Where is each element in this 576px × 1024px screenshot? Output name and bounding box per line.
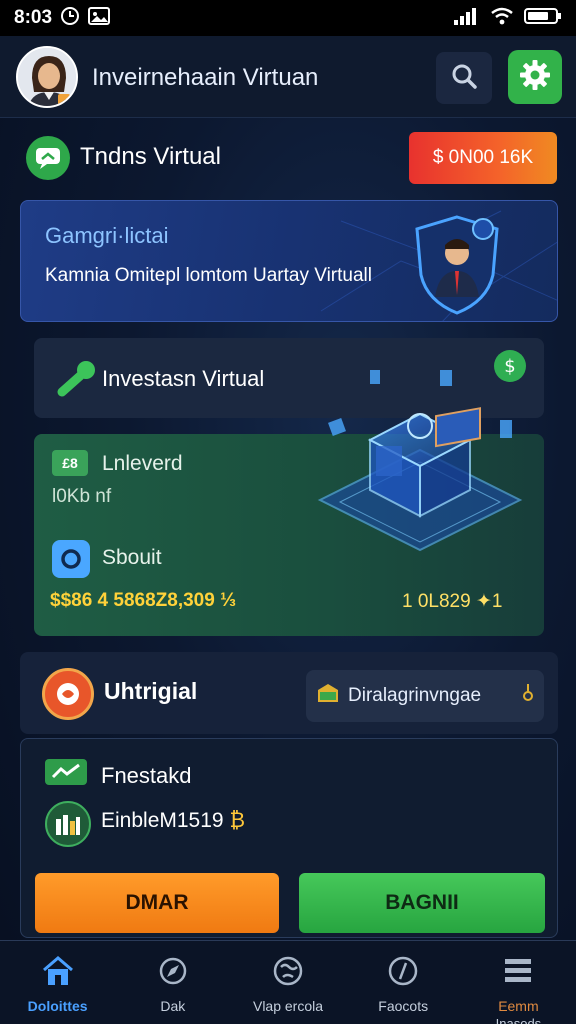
wallet-icon	[316, 682, 340, 710]
menu-icon	[501, 955, 535, 992]
balance-badge[interactable]: $ 0N00 16K	[409, 132, 557, 184]
chart-badge-icon: £8	[52, 450, 88, 476]
bottom-nav: Doloittes Dak Vlap ercola Faocots Eemm I…	[0, 940, 576, 1024]
investment-illustration: $	[300, 330, 540, 570]
nav-label-map: Vlap ercola	[252, 998, 324, 1014]
promo-title: Gamgri·lictai	[45, 223, 169, 248]
gallery-icon	[88, 6, 111, 31]
bar-chart-icon	[45, 801, 91, 847]
secondary-action-button[interactable]: BAGNII	[299, 873, 545, 933]
summary-card: Fnestakd EinbleM1519 ₿ DMAR BAGNII	[20, 738, 558, 938]
settings-button[interactable]	[508, 50, 562, 104]
header-title: Inveirnehaain Virtuan	[92, 64, 319, 91]
stats-sub: l0Kb nf	[52, 486, 112, 507]
promo-card[interactable]: Gamgri·lictai Kamnia Omitepl lomtom Uart…	[20, 200, 558, 322]
gear-icon	[518, 58, 552, 97]
category-card: Uhtrigial Diralagrinvngae	[20, 652, 558, 734]
status-bar: 8:03	[0, 0, 576, 36]
summary-label-1: Fnestakd	[101, 763, 192, 788]
key-icon	[54, 358, 98, 398]
section-title: Tndns Virtual	[80, 143, 221, 170]
battery-icon	[524, 7, 562, 30]
dropdown-icon	[522, 682, 534, 710]
promo-text: Kamnia Omitepl lomtom Uartay Virtuall	[45, 265, 372, 286]
coin-symbol: ₿	[229, 809, 245, 832]
summary-label-2: EinbleM1519 ₿	[101, 809, 245, 833]
trend-icon	[45, 759, 87, 785]
summary-value: EinbleM1519	[101, 809, 224, 832]
nav-label-facts: Faocots	[378, 998, 429, 1014]
stats-label-1: Lnleverd	[102, 452, 183, 475]
nav-item-dak[interactable]: Dak	[115, 941, 230, 1024]
nav-item-map[interactable]: Vlap ercola	[230, 941, 345, 1024]
home-icon	[41, 955, 75, 992]
dropdown-value: Diralagrinvngae	[348, 685, 482, 706]
search-circle-icon[interactable]	[52, 540, 90, 578]
nav-label-more: Eemm	[498, 998, 539, 1014]
stats-amount: $$86 4 5868Z8,309 ⅓	[50, 590, 236, 611]
category-dropdown[interactable]: Diralagrinvngae	[306, 670, 544, 722]
stats-right-value: 1 0L829 ✦1	[402, 591, 503, 612]
app-header: Inveirnehaain Virtuan	[0, 36, 576, 118]
nav-label-home: Doloittes	[27, 998, 88, 1014]
nav-label-dak: Dak	[160, 998, 186, 1014]
nav-sublabel-more: Inasods	[495, 1016, 542, 1024]
status-time: 8:03	[14, 7, 53, 28]
clock-nav-icon	[386, 955, 420, 992]
compass-icon	[156, 955, 190, 992]
signal-icon	[454, 7, 480, 30]
svg-text:$: $	[504, 356, 515, 377]
stats-label-2: Sbouit	[102, 546, 162, 569]
chat-icon	[26, 136, 70, 180]
shield-icon	[411, 213, 503, 317]
nav-item-facts[interactable]: Faocots	[346, 941, 461, 1024]
search-icon	[449, 61, 479, 96]
globe-icon	[271, 955, 305, 992]
avatar[interactable]	[16, 46, 78, 108]
clock-icon	[60, 6, 80, 31]
nav-item-more[interactable]: Eemm Inasods	[461, 941, 576, 1024]
invest-label: Investasn Virtual	[102, 366, 265, 391]
search-button[interactable]	[436, 52, 492, 104]
badge-icon	[42, 668, 94, 720]
nav-item-home[interactable]: Doloittes	[0, 941, 115, 1024]
primary-action-button[interactable]: DMAR	[35, 873, 279, 933]
wifi-icon	[490, 7, 514, 30]
category-label: Uhtrigial	[104, 678, 198, 704]
